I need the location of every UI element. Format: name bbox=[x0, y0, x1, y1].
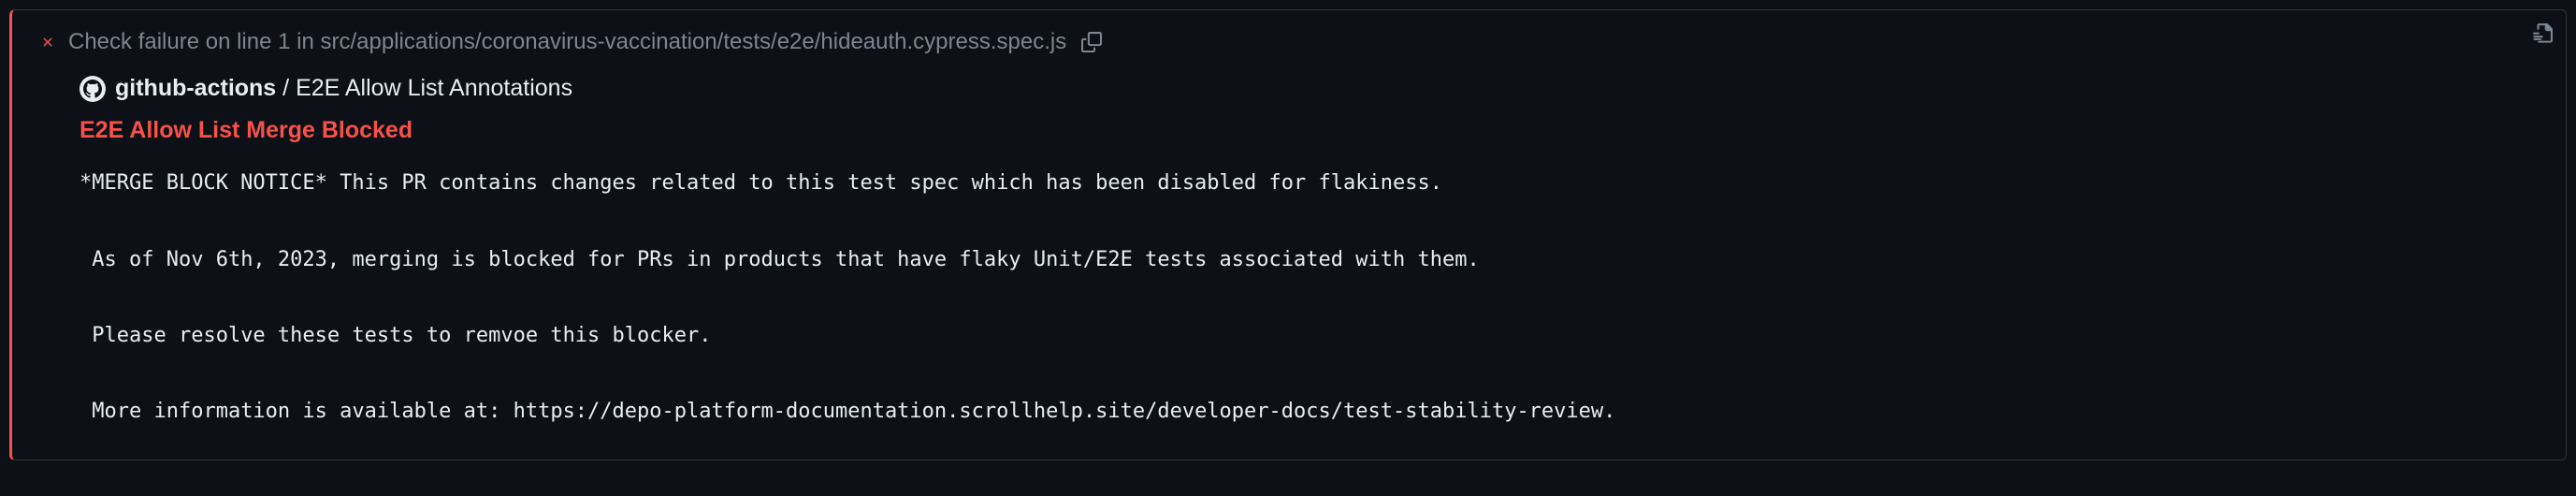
check-failure-text: Check failure on line 1 in src/applicati… bbox=[68, 27, 1066, 56]
notice-line: As of Nov 6th, 2023, merging is blocked … bbox=[80, 248, 1480, 271]
annotation-body: github-actions / E2E Allow List Annotati… bbox=[38, 75, 2540, 431]
check-title: github-actions / E2E Allow List Annotati… bbox=[115, 75, 572, 102]
notice-line: More information is available at: https:… bbox=[80, 400, 1615, 423]
notice-line: Please resolve these tests to remvoe thi… bbox=[80, 324, 712, 347]
github-logo-icon bbox=[80, 76, 106, 102]
check-annotation: Check failure on line 1 in src/applicati… bbox=[9, 9, 2567, 460]
x-failure-icon bbox=[40, 35, 55, 50]
error-title: E2E Allow List Merge Blocked bbox=[80, 117, 2540, 144]
copy-path-button[interactable] bbox=[1079, 30, 1104, 54]
go-to-file-icon[interactable] bbox=[2532, 23, 2553, 44]
check-name: E2E Allow List Annotations bbox=[296, 75, 572, 101]
notice-body: *MERGE BLOCK NOTICE* This PR contains ch… bbox=[80, 165, 2540, 431]
notice-line: *MERGE BLOCK NOTICE* This PR contains ch… bbox=[80, 171, 1442, 195]
annotation-title-row: github-actions / E2E Allow List Annotati… bbox=[80, 75, 2540, 102]
annotation-header: Check failure on line 1 in src/applicati… bbox=[38, 27, 2540, 56]
app-name: github-actions bbox=[115, 75, 276, 101]
